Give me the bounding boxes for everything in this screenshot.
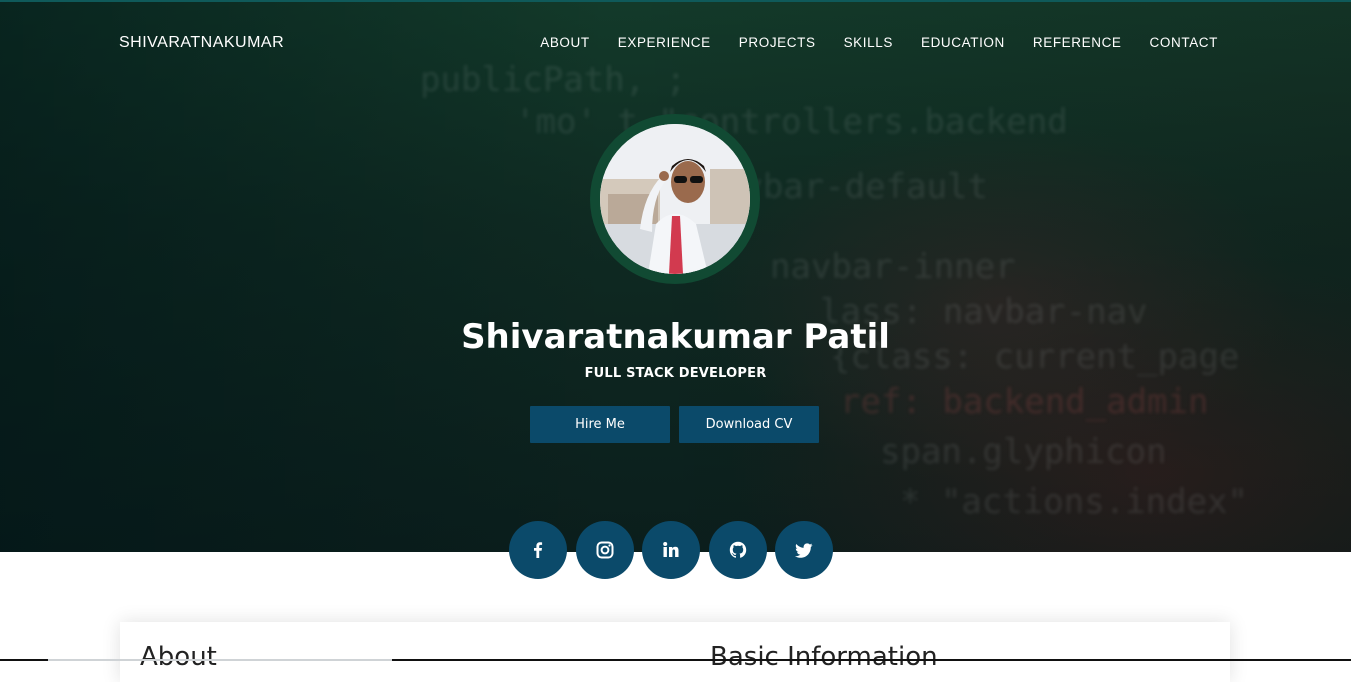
nav-link-education[interactable]: EDUCATION [921,35,1005,50]
linkedin-icon [663,542,679,557]
brand-logo[interactable]: SHIVARATNAKUMAR [119,34,284,52]
basic-information-heading: Basic Information [710,642,938,672]
nav-link-about[interactable]: ABOUT [540,35,590,50]
profile-photo-ring [590,114,760,284]
about-card: About Basic Information [120,622,1230,682]
github-icon [729,541,747,558]
profile-role: FULL STACK DEVELOPER [584,366,767,381]
twitter-icon [794,543,813,558]
about-heading: About [140,642,217,672]
twitter-link[interactable] [775,521,833,579]
github-link[interactable] [709,521,767,579]
profile-photo [600,124,750,274]
nav-link-experience[interactable]: EXPERIENCE [618,35,711,50]
linkedin-link[interactable] [642,521,700,579]
nav-link-projects[interactable]: PROJECTS [739,35,816,50]
navbar: SHIVARATNAKUMAR ABOUT EXPERIENCE PROJECT… [0,2,1351,86]
hire-me-button[interactable]: Hire Me [530,406,670,443]
nav-link-skills[interactable]: SKILLS [844,35,893,50]
profile-name: Shivaratnakumar Patil [461,317,890,357]
instagram-link[interactable] [576,521,634,579]
facebook-link[interactable] [509,521,567,579]
facebook-icon [534,542,543,558]
nav-link-reference[interactable]: REFERENCE [1033,35,1122,50]
hero-section: publicPath, ; 'mo' t "controllers.backen… [0,0,1351,552]
nav-menu: ABOUT EXPERIENCE PROJECTS SKILLS EDUCATI… [540,35,1218,50]
nav-link-contact[interactable]: CONTACT [1150,35,1218,50]
download-cv-button[interactable]: Download CV [679,406,819,443]
instagram-icon [596,541,614,559]
